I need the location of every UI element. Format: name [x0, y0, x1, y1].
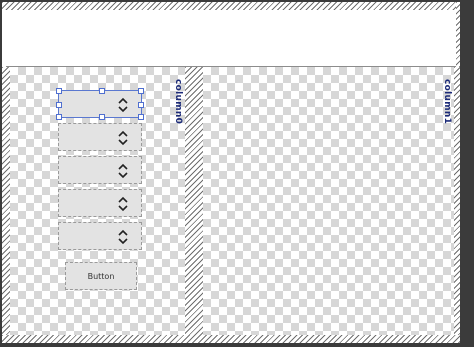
spinner-3[interactable]	[58, 156, 142, 184]
up-down-arrow-icon[interactable]	[117, 163, 129, 179]
top-hatch-border	[2, 2, 460, 10]
design-canvas[interactable]: column0 Button column1	[2, 2, 460, 343]
push-button[interactable]: Button	[65, 262, 137, 290]
up-down-arrow-icon[interactable]	[117, 97, 129, 113]
resize-handle[interactable]	[99, 88, 105, 94]
column-0[interactable]: column0 Button	[10, 67, 185, 335]
header-panel[interactable]	[6, 10, 456, 67]
resize-handle[interactable]	[138, 102, 144, 108]
resize-handle[interactable]	[138, 114, 144, 120]
up-down-arrow-icon[interactable]	[117, 229, 129, 245]
resize-handle[interactable]	[56, 88, 62, 94]
resize-handle[interactable]	[56, 102, 62, 108]
bottom-hatch-border	[2, 335, 460, 343]
up-down-arrow-icon[interactable]	[117, 130, 129, 146]
left-gutter	[2, 67, 10, 335]
spinner-4[interactable]	[58, 189, 142, 217]
right-gutter	[454, 67, 460, 335]
column-1-label: column1	[442, 79, 452, 125]
resize-handle[interactable]	[99, 114, 105, 120]
resize-handle[interactable]	[138, 88, 144, 94]
spinner-1[interactable]	[56, 88, 144, 120]
resize-handle[interactable]	[56, 114, 62, 120]
up-down-arrow-icon[interactable]	[117, 196, 129, 212]
column-1[interactable]: column1	[203, 67, 454, 335]
column-divider	[185, 67, 203, 335]
spinner-2[interactable]	[58, 123, 142, 151]
column-0-label: column0	[173, 79, 183, 125]
spinner-5[interactable]	[58, 222, 142, 250]
